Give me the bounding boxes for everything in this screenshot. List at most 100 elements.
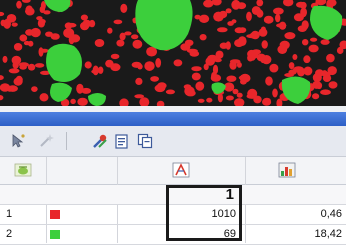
table-header [0,157,346,185]
red-particle [226,75,237,82]
red-particle [110,53,120,60]
red-particle [247,49,256,59]
red-particle [64,22,73,30]
red-particle [284,73,294,77]
red-particle [273,7,284,15]
red-particle [184,86,195,96]
red-particle [15,75,23,84]
red-particle [312,73,322,83]
red-particle [165,89,175,95]
red-particle [261,55,272,65]
red-particle [261,40,268,49]
red-particle [191,72,201,81]
red-particle [18,62,29,68]
red-particle [184,39,194,46]
red-particle [76,83,84,94]
red-particle [131,34,139,40]
red-particle [77,97,88,106]
red-particle [293,66,304,73]
red-particle [37,19,46,28]
red-particle [219,42,228,49]
red-particle [197,98,205,103]
red-particle [320,89,331,95]
red-particle [84,61,92,69]
red-particle [246,11,252,22]
red-particle [110,63,121,72]
red-particle [302,39,309,46]
red-particle [11,22,18,27]
red-particle [70,98,76,105]
red-particle [135,77,143,85]
red-particle [217,27,228,33]
red-particle [144,61,155,71]
red-particle [3,18,11,29]
red-particle [120,3,128,14]
red-particle [199,34,207,41]
red-particle [25,5,33,15]
red-particle [292,54,298,60]
red-particle [253,95,262,104]
red-particle [31,86,38,92]
red-particle [225,8,232,14]
red-particle [113,19,123,25]
particle-icon[interactable] [14,162,32,178]
red-particle [34,63,45,68]
red-particle [203,63,209,71]
red-particle [300,1,307,9]
toolbar-separator [66,132,67,150]
tools-icon[interactable] [92,133,108,149]
red-particle [277,45,288,54]
red-particle [124,31,132,36]
histogram-icon[interactable] [278,162,296,178]
red-particle [262,98,272,106]
red-particle [328,81,338,89]
row-index: 1 [6,208,13,220]
red-particle [320,39,330,45]
red-particle [94,39,105,47]
red-particle [258,28,268,37]
red-particle [250,30,260,40]
red-particle [92,65,99,76]
red-particle [312,93,320,100]
copy-icon[interactable] [137,133,153,149]
red-particle [297,25,307,32]
red-particle [240,79,247,85]
red-particle [310,37,318,42]
red-particle [203,0,214,8]
red-particle [303,66,313,76]
red-particle [308,44,319,53]
red-particle [7,85,18,92]
document-icon[interactable] [114,133,130,149]
red-particle [263,15,274,24]
results-titlebar [0,112,346,126]
red-particle [116,39,125,47]
measurement-value: 18,42 [314,228,342,240]
red-particle [154,84,166,93]
red-particle [13,43,23,51]
red-particle [27,63,36,71]
red-particle [336,46,344,55]
red-particle [191,66,202,72]
red-particle [16,0,22,9]
particle-micrograph [0,0,346,106]
red-particle [326,53,335,63]
cursor-icon[interactable] [10,133,26,149]
red-particle [238,27,247,33]
red-particle [132,39,143,49]
red-particle [322,74,332,82]
red-particle [276,23,287,28]
row-index: 2 [6,228,13,240]
red-particle [155,58,162,68]
red-particle [206,97,213,103]
wand-icon[interactable] [38,133,54,149]
red-particle [25,29,34,36]
red-particle [231,19,237,24]
measure-icon[interactable] [172,162,190,178]
red-particle [19,34,28,42]
red-particle [214,58,222,63]
red-particle [275,13,281,23]
red-particle [269,63,279,73]
red-particle [212,64,219,75]
red-particle [36,16,43,21]
red-particle [173,59,183,67]
